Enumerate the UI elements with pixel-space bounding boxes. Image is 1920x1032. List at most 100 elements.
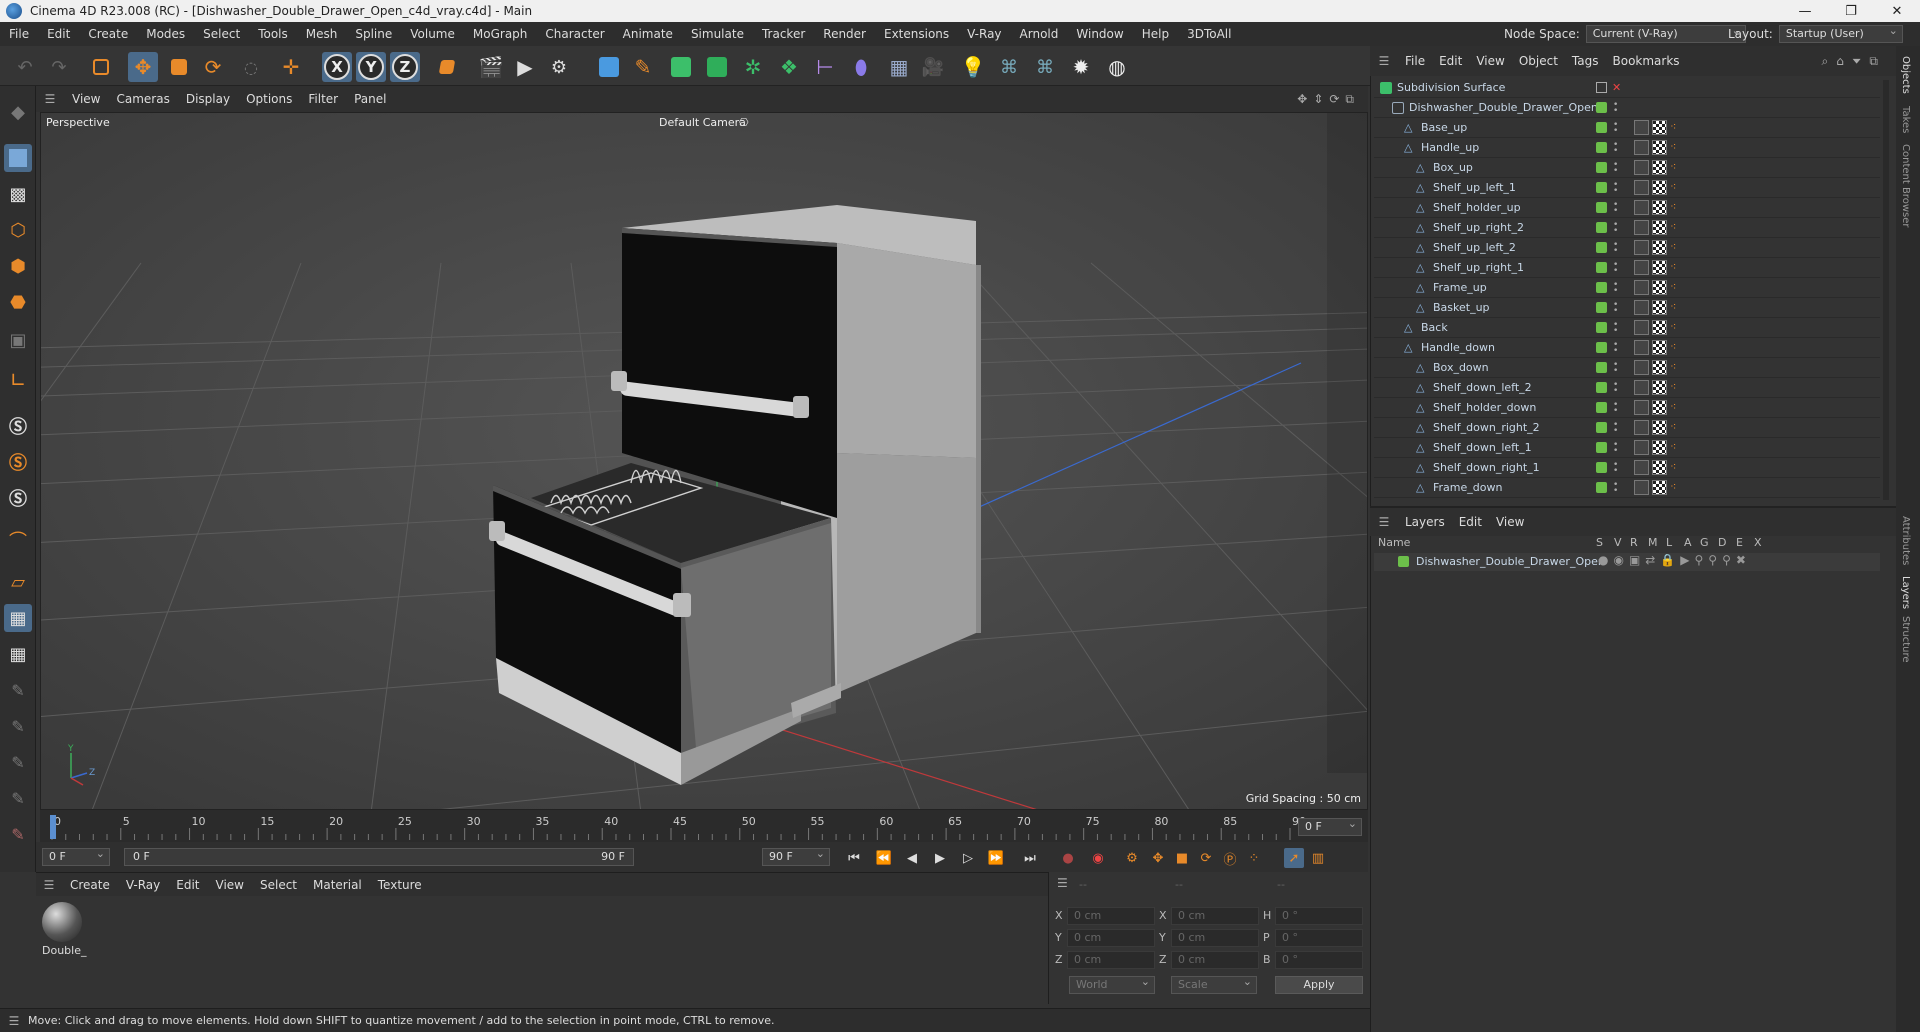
start-frame-field[interactable]: 0 F [42, 846, 110, 866]
visibility-dots-icon[interactable]: • • [1613, 340, 1618, 355]
light-icon[interactable]: 💡 [958, 52, 988, 82]
layer-color-icon[interactable] [1596, 102, 1607, 113]
layer-color-icon[interactable] [1596, 142, 1607, 153]
next-key-icon[interactable]: ⏩ [986, 848, 1006, 868]
tweak-icon[interactable]: ✎ [4, 820, 32, 848]
play-icon[interactable]: ▶ [930, 848, 950, 868]
object-row[interactable]: △ Shelf_down_left_1 • • ⁖ [1374, 438, 1880, 458]
layer-color-swatch[interactable] [1398, 556, 1409, 567]
layer-menu-layers[interactable]: Layers [1398, 515, 1452, 529]
layer-color-icon[interactable] [1596, 422, 1607, 433]
uvw-tag-icon[interactable] [1652, 400, 1667, 415]
layer-row[interactable]: Dishwasher_Double_Drawer_Open ●◉▣⇄🔒▶⚲⚲⚲✖ [1374, 553, 1880, 571]
rot-p-field[interactable]: 0 ° [1275, 929, 1363, 947]
layer-color-icon[interactable] [1596, 322, 1607, 333]
redo-icon[interactable]: ↷ [44, 52, 74, 82]
visibility-dots-icon[interactable]: • • [1613, 160, 1618, 175]
menu-mograph[interactable]: MoGraph [464, 22, 537, 46]
apply-button[interactable]: Apply [1275, 976, 1363, 994]
object-row[interactable]: △ Shelf_up_right_1 • • ⁖ [1374, 258, 1880, 278]
viewport-menu-cameras[interactable]: Cameras [108, 86, 177, 112]
phong-tag-icon[interactable] [1634, 380, 1649, 395]
lock-z-axis-button[interactable]: Z [390, 52, 420, 82]
object-menu-edit[interactable]: Edit [1432, 54, 1469, 68]
deformer-icon[interactable]: ⊢ [810, 52, 840, 82]
locked-workplane-icon[interactable]: ▦ [4, 640, 32, 668]
phong-tag-icon[interactable] [1634, 160, 1649, 175]
menu-animate[interactable]: Animate [614, 22, 682, 46]
workplane-icon[interactable]: ▱ [4, 568, 32, 596]
layer-color-icon[interactable] [1596, 382, 1607, 393]
object-row[interactable]: △ Handle_up • • ⁖ [1374, 138, 1880, 158]
layer-color-icon[interactable] [1596, 122, 1607, 133]
phong-tag-icon[interactable] [1634, 360, 1649, 375]
phong-tag-icon[interactable] [1634, 280, 1649, 295]
rot-h-field[interactable]: 0 ° [1275, 907, 1363, 925]
phong-tag-icon[interactable] [1634, 400, 1649, 415]
uvw-tag-icon[interactable] [1652, 360, 1667, 375]
material-tag-icon[interactable]: ⁖ [1670, 140, 1682, 155]
visibility-dots-icon[interactable]: • • [1613, 380, 1618, 395]
magnet-icon[interactable]: ⌒ [4, 526, 32, 554]
menu-character[interactable]: Character [536, 22, 613, 46]
layer-color-icon[interactable] [1596, 202, 1607, 213]
camera-icon[interactable]: ⎔ [739, 116, 749, 129]
object-row[interactable]: △ Basket_up • • ⁖ [1374, 298, 1880, 318]
pos-x-field[interactable]: 0 cm [1067, 907, 1155, 925]
live-selection-icon[interactable] [86, 52, 116, 82]
material-tag-icon[interactable]: ⁖ [1670, 460, 1682, 475]
texture-mode-icon[interactable]: ▩ [4, 180, 32, 208]
material-tag-icon[interactable]: ⁖ [1670, 480, 1682, 495]
menu-tracker[interactable]: Tracker [753, 22, 814, 46]
object-menu-view[interactable]: View [1469, 54, 1511, 68]
key-rotation-icon[interactable]: ⟳ [1196, 848, 1216, 868]
layer-color-icon[interactable] [1596, 362, 1607, 373]
layer-color-icon[interactable] [1596, 302, 1607, 313]
material-tag-icon[interactable]: ⁖ [1670, 120, 1682, 135]
model-mode-icon[interactable] [4, 144, 32, 172]
menu-select[interactable]: Select [194, 22, 249, 46]
material-tag-icon[interactable]: ⁖ [1670, 200, 1682, 215]
viewport-menu-display[interactable]: Display [178, 86, 238, 112]
floor-icon[interactable]: ▦ [884, 52, 914, 82]
layer-color-icon[interactable] [1596, 242, 1607, 253]
menu-arnold[interactable]: Arnold [1011, 22, 1068, 46]
object-menu-file[interactable]: File [1398, 54, 1432, 68]
size-x-field[interactable]: 0 cm [1171, 907, 1259, 925]
uvw-tag-icon[interactable] [1652, 160, 1667, 175]
phong-tag-icon[interactable] [1634, 120, 1649, 135]
key-pla-icon[interactable]: ⁘ [1244, 848, 1264, 868]
visibility-dots-icon[interactable]: • • [1613, 400, 1618, 415]
pos-y-field[interactable]: 0 cm [1067, 929, 1155, 947]
edit-toggle-icon[interactable] [1596, 82, 1607, 93]
phong-tag-icon[interactable] [1634, 440, 1649, 455]
material-menu-create[interactable]: Create [62, 873, 118, 897]
visibility-dots-icon[interactable]: • • [1613, 420, 1618, 435]
object-row[interactable]: △ Back • • ⁖ [1374, 318, 1880, 338]
phong-tag-icon[interactable] [1634, 480, 1649, 495]
uvw-tag-icon[interactable] [1652, 340, 1667, 355]
move-tool-icon[interactable]: ✥ [128, 52, 158, 82]
visibility-dots-icon[interactable]: • • [1613, 100, 1618, 115]
tab-attributes[interactable]: Attributes [1900, 516, 1911, 565]
material-menu-edit[interactable]: Edit [168, 873, 207, 897]
phong-tag-icon[interactable] [1634, 420, 1649, 435]
visibility-dots-icon[interactable]: • • [1613, 360, 1618, 375]
material-tag-icon[interactable]: ⁖ [1670, 360, 1682, 375]
python-icon[interactable]: ⌘ [994, 52, 1024, 82]
playhead[interactable] [50, 815, 56, 839]
object-row[interactable]: △ Shelf_up_left_1 • • ⁖ [1374, 178, 1880, 198]
key-scale-icon[interactable]: ■ [1172, 848, 1192, 868]
uvw-tag-icon[interactable] [1652, 200, 1667, 215]
object-row[interactable]: △ Frame_down • • ⁖ [1374, 478, 1880, 498]
layer-color-icon[interactable] [1596, 482, 1607, 493]
undo-icon[interactable]: ↶ [10, 52, 40, 82]
extrude-icon[interactable] [702, 52, 732, 82]
menu-create[interactable]: Create [79, 22, 137, 46]
menu-volume[interactable]: Volume [401, 22, 464, 46]
minimize-icon[interactable]: — [1782, 0, 1828, 22]
coordinate-system-icon[interactable] [432, 52, 462, 82]
layer-color-icon[interactable] [1596, 282, 1607, 293]
grid-plane-icon[interactable]: ▦ [4, 604, 32, 632]
layer-color-icon[interactable] [1596, 402, 1607, 413]
